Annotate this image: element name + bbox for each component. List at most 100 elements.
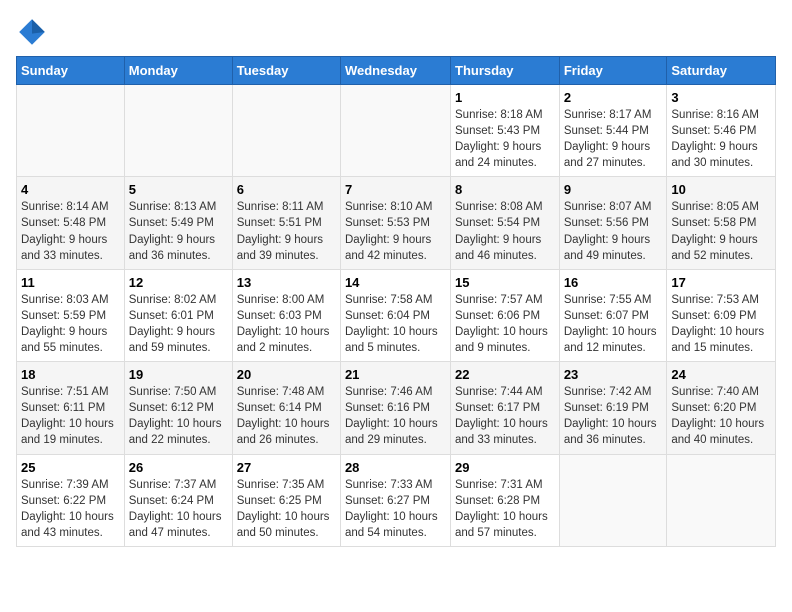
day-number: 8 <box>455 182 555 197</box>
day-number: 15 <box>455 275 555 290</box>
day-number: 7 <box>345 182 446 197</box>
day-of-week-thursday: Thursday <box>451 57 560 85</box>
calendar-cell: 16 Sunrise: 7:55 AMSunset: 6:07 PMDayligh… <box>559 269 667 361</box>
day-info: Sunrise: 7:51 AMSunset: 6:11 PMDaylight:… <box>21 384 120 448</box>
day-info: Sunrise: 8:16 AMSunset: 5:46 PMDaylight:… <box>671 107 771 171</box>
calendar-cell: 27 Sunrise: 7:35 AMSunset: 6:25 PMDayligh… <box>232 454 340 546</box>
day-number: 29 <box>455 460 555 475</box>
day-info: Sunrise: 7:39 AMSunset: 6:22 PMDaylight:… <box>21 477 120 541</box>
day-info: Sunrise: 7:48 AMSunset: 6:14 PMDaylight:… <box>237 384 336 448</box>
calendar-cell <box>232 85 340 177</box>
day-number: 28 <box>345 460 446 475</box>
day-number: 6 <box>237 182 336 197</box>
calendar-cell: 4Sunrise: 8:14 AMSunset: 5:48 PMDaylight… <box>17 177 125 269</box>
calendar-cell: 23 Sunrise: 7:42 AMSunset: 6:19 PMDayligh… <box>559 362 667 454</box>
calendar-cell: 3 Sunrise: 8:16 AMSunset: 5:46 PMDaylight… <box>667 85 776 177</box>
calendar-cell: 5 Sunrise: 8:13 AMSunset: 5:49 PMDaylight… <box>124 177 232 269</box>
day-of-week-monday: Monday <box>124 57 232 85</box>
day-info: Sunrise: 7:35 AMSunset: 6:25 PMDaylight:… <box>237 477 336 541</box>
calendar-cell: 13 Sunrise: 8:00 AMSunset: 6:03 PMDayligh… <box>232 269 340 361</box>
calendar-cell: 8 Sunrise: 8:08 AMSunset: 5:54 PMDaylight… <box>451 177 560 269</box>
day-info: Sunrise: 8:11 AMSunset: 5:51 PMDaylight:… <box>237 199 336 263</box>
day-number: 24 <box>671 367 771 382</box>
calendar-cell: 11Sunrise: 8:03 AMSunset: 5:59 PMDayligh… <box>17 269 125 361</box>
day-number: 12 <box>129 275 228 290</box>
calendar-cell: 10Sunrise: 8:05 AMSunset: 5:58 PMDayligh… <box>667 177 776 269</box>
logo-icon <box>16 16 48 48</box>
day-info: Sunrise: 8:00 AMSunset: 6:03 PMDaylight:… <box>237 292 336 356</box>
day-number: 20 <box>237 367 336 382</box>
day-of-week-wednesday: Wednesday <box>340 57 450 85</box>
calendar-cell: 6 Sunrise: 8:11 AMSunset: 5:51 PMDaylight… <box>232 177 340 269</box>
calendar-cell: 15 Sunrise: 7:57 AMSunset: 6:06 PMDayligh… <box>451 269 560 361</box>
day-number: 21 <box>345 367 446 382</box>
day-info: Sunrise: 8:18 AMSunset: 5:43 PMDaylight:… <box>455 107 555 171</box>
day-info: Sunrise: 7:44 AMSunset: 6:17 PMDaylight:… <box>455 384 555 448</box>
day-info: Sunrise: 8:08 AMSunset: 5:54 PMDaylight:… <box>455 199 555 263</box>
calendar-cell: 22 Sunrise: 7:44 AMSunset: 6:17 PMDayligh… <box>451 362 560 454</box>
day-info: Sunrise: 8:07 AMSunset: 5:56 PMDaylight:… <box>564 199 663 263</box>
calendar-cell <box>559 454 667 546</box>
day-number: 17 <box>671 275 771 290</box>
calendar-cell: 29 Sunrise: 7:31 AMSunset: 6:28 PMDayligh… <box>451 454 560 546</box>
day-number: 18 <box>21 367 120 382</box>
calendar-cell <box>124 85 232 177</box>
day-info: Sunrise: 7:31 AMSunset: 6:28 PMDaylight:… <box>455 477 555 541</box>
day-info: Sunrise: 7:53 AMSunset: 6:09 PMDaylight:… <box>671 292 771 356</box>
day-info: Sunrise: 7:33 AMSunset: 6:27 PMDaylight:… <box>345 477 446 541</box>
day-info: Sunrise: 7:42 AMSunset: 6:19 PMDaylight:… <box>564 384 663 448</box>
calendar-week-2: 4Sunrise: 8:14 AMSunset: 5:48 PMDaylight… <box>17 177 776 269</box>
day-info: Sunrise: 7:58 AMSunset: 6:04 PMDaylight:… <box>345 292 446 356</box>
day-number: 13 <box>237 275 336 290</box>
day-info: Sunrise: 7:57 AMSunset: 6:06 PMDaylight:… <box>455 292 555 356</box>
day-info: Sunrise: 7:37 AMSunset: 6:24 PMDaylight:… <box>129 477 228 541</box>
calendar-cell: 28 Sunrise: 7:33 AMSunset: 6:27 PMDayligh… <box>340 454 450 546</box>
day-number: 23 <box>564 367 663 382</box>
day-of-week-sunday: Sunday <box>17 57 125 85</box>
calendar-cell: 18 Sunrise: 7:51 AMSunset: 6:11 PMDayligh… <box>17 362 125 454</box>
calendar-cell <box>340 85 450 177</box>
calendar-table: SundayMondayTuesdayWednesdayThursdayFrid… <box>16 56 776 547</box>
calendar-cell: 20 Sunrise: 7:48 AMSunset: 6:14 PMDayligh… <box>232 362 340 454</box>
calendar-cell: 12Sunrise: 8:02 AMSunset: 6:01 PMDayligh… <box>124 269 232 361</box>
calendar-cell: 9 Sunrise: 8:07 AMSunset: 5:56 PMDaylight… <box>559 177 667 269</box>
calendar-cell: 14 Sunrise: 7:58 AMSunset: 6:04 PMDayligh… <box>340 269 450 361</box>
day-number: 16 <box>564 275 663 290</box>
calendar-week-3: 11Sunrise: 8:03 AMSunset: 5:59 PMDayligh… <box>17 269 776 361</box>
page-header <box>16 16 776 48</box>
day-number: 25 <box>21 460 120 475</box>
calendar-cell: 26 Sunrise: 7:37 AMSunset: 6:24 PMDayligh… <box>124 454 232 546</box>
calendar-week-1: 1 Sunrise: 8:18 AMSunset: 5:43 PMDaylight… <box>17 85 776 177</box>
day-number: 27 <box>237 460 336 475</box>
day-info: Sunrise: 8:03 AMSunset: 5:59 PMDaylight:… <box>21 292 120 356</box>
calendar-cell: 17 Sunrise: 7:53 AMSunset: 6:09 PMDayligh… <box>667 269 776 361</box>
calendar-cell: 25 Sunrise: 7:39 AMSunset: 6:22 PMDayligh… <box>17 454 125 546</box>
calendar-cell: 21 Sunrise: 7:46 AMSunset: 6:16 PMDayligh… <box>340 362 450 454</box>
day-info: Sunrise: 7:46 AMSunset: 6:16 PMDaylight:… <box>345 384 446 448</box>
day-number: 1 <box>455 90 555 105</box>
day-info: Sunrise: 8:14 AMSunset: 5:48 PMDaylight:… <box>21 199 120 263</box>
day-number: 3 <box>671 90 771 105</box>
logo <box>16 16 52 48</box>
calendar-header: SundayMondayTuesdayWednesdayThursdayFrid… <box>17 57 776 85</box>
day-info: Sunrise: 8:10 AMSunset: 5:53 PMDaylight:… <box>345 199 446 263</box>
day-number: 22 <box>455 367 555 382</box>
day-number: 14 <box>345 275 446 290</box>
day-number: 5 <box>129 182 228 197</box>
day-of-week-friday: Friday <box>559 57 667 85</box>
day-info: Sunrise: 8:17 AMSunset: 5:44 PMDaylight:… <box>564 107 663 171</box>
day-number: 26 <box>129 460 228 475</box>
day-of-week-saturday: Saturday <box>667 57 776 85</box>
day-info: Sunrise: 8:13 AMSunset: 5:49 PMDaylight:… <box>129 199 228 263</box>
day-number: 2 <box>564 90 663 105</box>
calendar-cell <box>17 85 125 177</box>
day-of-week-tuesday: Tuesday <box>232 57 340 85</box>
calendar-cell: 7 Sunrise: 8:10 AMSunset: 5:53 PMDaylight… <box>340 177 450 269</box>
day-info: Sunrise: 7:55 AMSunset: 6:07 PMDaylight:… <box>564 292 663 356</box>
calendar-week-5: 25 Sunrise: 7:39 AMSunset: 6:22 PMDayligh… <box>17 454 776 546</box>
day-info: Sunrise: 8:05 AMSunset: 5:58 PMDaylight:… <box>671 199 771 263</box>
day-number: 9 <box>564 182 663 197</box>
calendar-cell <box>667 454 776 546</box>
calendar-cell: 19Sunrise: 7:50 AMSunset: 6:12 PMDayligh… <box>124 362 232 454</box>
day-info: Sunrise: 7:50 AMSunset: 6:12 PMDaylight:… <box>129 384 228 448</box>
